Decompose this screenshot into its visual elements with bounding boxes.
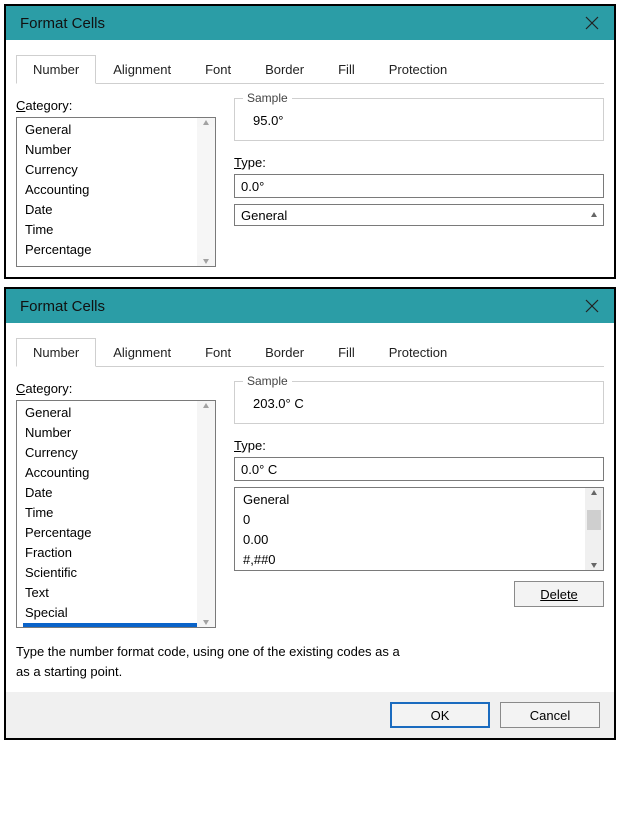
- tab-fill[interactable]: Fill: [321, 55, 372, 84]
- format-code-listbox[interactable]: General 0 0.00 #,##0: [234, 487, 604, 571]
- sample-group: Sample 203.0° C: [234, 381, 604, 424]
- tab-border[interactable]: Border: [248, 55, 321, 84]
- list-item[interactable]: Number: [23, 140, 197, 160]
- list-item[interactable]: Scientific: [23, 563, 197, 583]
- list-item[interactable]: General: [23, 120, 197, 140]
- list-item[interactable]: Date: [23, 200, 197, 220]
- scrollbar[interactable]: [197, 118, 215, 266]
- format-cells-dialog-2: Format Cells Number Alignment Font Borde…: [4, 287, 616, 740]
- tab-protection[interactable]: Protection: [372, 55, 465, 84]
- list-item[interactable]: Custom: [23, 623, 197, 628]
- tab-alignment[interactable]: Alignment: [96, 338, 188, 367]
- list-item[interactable]: Accounting: [23, 463, 197, 483]
- tab-alignment[interactable]: Alignment: [96, 55, 188, 84]
- ok-button[interactable]: OK: [390, 702, 490, 728]
- select-value: General: [241, 208, 287, 223]
- list-item[interactable]: Number: [23, 423, 197, 443]
- list-item[interactable]: Percentage: [23, 523, 197, 543]
- chevron-down-icon[interactable]: [201, 617, 211, 627]
- chevron-up-icon[interactable]: [589, 488, 599, 498]
- scroll-thumb[interactable]: [587, 510, 601, 530]
- chevron-up-icon: [589, 210, 599, 220]
- tab-protection[interactable]: Protection: [372, 338, 465, 367]
- chevron-up-icon[interactable]: [201, 401, 211, 411]
- list-item[interactable]: Currency: [23, 443, 197, 463]
- category-label: Category:: [16, 98, 216, 113]
- tab-border[interactable]: Border: [248, 338, 321, 367]
- list-item[interactable]: Time: [23, 503, 197, 523]
- tab-font[interactable]: Font: [188, 55, 248, 84]
- tab-fill[interactable]: Fill: [321, 338, 372, 367]
- window-title: Format Cells: [20, 15, 105, 32]
- close-icon[interactable]: [584, 298, 600, 314]
- chevron-down-icon[interactable]: [589, 560, 599, 570]
- list-item[interactable]: General: [23, 403, 197, 423]
- format-cells-dialog-1: Format Cells Number Alignment Font Borde…: [4, 4, 616, 279]
- tab-row: Number Alignment Font Border Fill Protec…: [16, 54, 604, 84]
- category-label: Category:: [16, 381, 216, 396]
- tab-number[interactable]: Number: [16, 338, 96, 367]
- category-listbox[interactable]: General Number Currency Accounting Date …: [16, 117, 216, 267]
- scrollbar[interactable]: [585, 488, 603, 570]
- list-item[interactable]: Time: [23, 220, 197, 240]
- dialog-footer: OK Cancel: [6, 692, 614, 738]
- titlebar: Format Cells: [6, 6, 614, 40]
- type-label: Type:: [234, 438, 604, 453]
- close-icon[interactable]: [584, 15, 600, 31]
- sample-label: Sample: [243, 91, 292, 105]
- scrollbar[interactable]: [197, 401, 215, 627]
- sample-group: Sample 95.0°: [234, 98, 604, 141]
- list-item[interactable]: Date: [23, 483, 197, 503]
- tab-number[interactable]: Number: [16, 55, 96, 84]
- chevron-down-icon[interactable]: [201, 256, 211, 266]
- delete-button[interactable]: Delete: [514, 581, 604, 607]
- list-item[interactable]: #,##0: [241, 550, 585, 570]
- tab-row: Number Alignment Font Border Fill Protec…: [16, 337, 604, 367]
- list-item[interactable]: General: [241, 490, 585, 510]
- chevron-up-icon[interactable]: [201, 118, 211, 128]
- list-item[interactable]: Text: [23, 583, 197, 603]
- type-label: Type:: [234, 155, 604, 170]
- list-item[interactable]: Special: [23, 603, 197, 623]
- cancel-button[interactable]: Cancel: [500, 702, 600, 728]
- type-input[interactable]: 0.0° C: [234, 457, 604, 481]
- list-item[interactable]: Fraction: [23, 543, 197, 563]
- category-listbox[interactable]: General Number Currency Accounting Date …: [16, 400, 216, 628]
- list-item[interactable]: Accounting: [23, 180, 197, 200]
- sample-label: Sample: [243, 374, 292, 388]
- tab-font[interactable]: Font: [188, 338, 248, 367]
- sample-value: 203.0° C: [245, 396, 593, 411]
- window-title: Format Cells: [20, 298, 105, 315]
- list-item[interactable]: 0: [241, 510, 585, 530]
- help-text: Type the number format code, using one o…: [16, 642, 604, 682]
- list-item[interactable]: Currency: [23, 160, 197, 180]
- format-select[interactable]: General: [234, 204, 604, 226]
- titlebar: Format Cells: [6, 289, 614, 323]
- list-item[interactable]: 0.00: [241, 530, 585, 550]
- sample-value: 95.0°: [245, 113, 593, 128]
- list-item[interactable]: Percentage: [23, 240, 197, 260]
- type-input[interactable]: 0.0°: [234, 174, 604, 198]
